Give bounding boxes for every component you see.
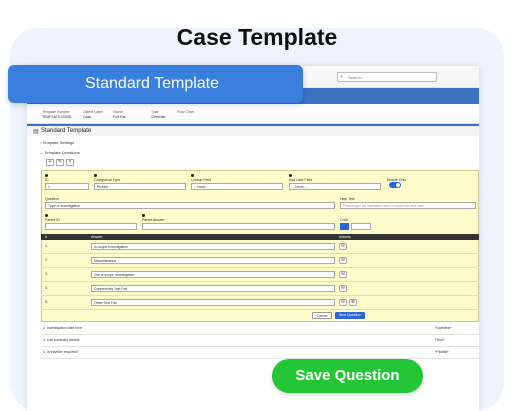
parent-answer-field[interactable] [142,223,335,230]
type-select[interactable]: Picklist [94,183,186,190]
page-title: Case Template [176,24,338,50]
add-icon[interactable]: + [46,159,54,166]
template-header: ▤ Standard Template [27,124,479,136]
question-text: 3. Call summary details [43,338,80,342]
lookup-select[interactable]: -- None -- [191,183,283,190]
answer-field[interactable]: Connectivity Test Fail [91,285,335,292]
question-field[interactable]: Type of Investigation [45,202,335,209]
row-number: 5. [45,300,48,304]
record-header: Template Number TEMPLATE-00008 Object Lab… [27,104,479,124]
parent-answer-label: Parent Answer [142,218,165,222]
record-field-value: Checklist [151,114,166,119]
add-answer-icon[interactable]: ⊕ [349,299,357,306]
answer-field[interactable]: In-scope Investigation [91,243,335,250]
table-row: 2. Miscellaneous ⊖ [41,254,479,268]
color-swatch[interactable] [340,223,349,230]
remove-answer-icon[interactable]: ⊖ [339,285,347,292]
question-type: *Datetime* [435,326,452,330]
search-input[interactable]: ⌕ Search... [337,72,437,82]
table-row: 1. In-scope Investigation ⊖ [41,240,479,254]
question-text: 2. Investigation date time [43,326,82,330]
row-number: 2. [45,258,48,262]
list-item[interactable]: 4. Is traveller required? *Picklist* [41,347,479,359]
enable-only-toggle[interactable] [389,182,401,188]
required-marker [191,174,194,177]
search-icon: ⌕ [340,74,344,80]
question-label: Question [45,197,60,201]
remove-answer-icon[interactable]: ⊖ [339,271,347,278]
answer-field[interactable]: Miscellaneous [91,257,335,264]
record-field-label: Owner [113,110,124,114]
parent-id-field[interactable] [45,223,137,230]
required-marker [142,214,145,217]
section-template-settings[interactable]: › Template Settings [40,140,74,145]
required-marker [45,214,48,217]
edit-icon[interactable]: ✎ [56,159,64,166]
delete-icon[interactable]: × [66,159,74,166]
color-field[interactable] [351,223,371,230]
remove-answer-icon[interactable]: ⊖ [339,243,347,250]
record-field: Owner Full Kila [113,110,125,119]
cancel-button[interactable]: Cancel [312,312,332,319]
list-item[interactable]: 3. Call summary details *Text* [41,335,479,347]
section-label: Template Questions [44,150,80,155]
record-field-value[interactable]: Full Kila [113,115,125,120]
record-field-label: Template Number [42,110,70,114]
template-title: Standard Template [41,128,92,134]
record-field: Object Label Case [83,110,103,119]
record-field: Template Number TEMPLATE-00008 [42,110,71,119]
record-field-label: Object Label [83,110,103,114]
table-row: 5. Other Test Fail ⊖ ⊕ [41,296,479,310]
type-label: Categorical Type [94,178,121,182]
answer-field[interactable]: Other Test Fail [91,299,335,306]
remove-answer-icon[interactable]: ⊖ [339,299,347,306]
color-label: Color [340,218,349,222]
record-field-value: Case [83,114,92,119]
required-marker [45,174,48,177]
next-question-button[interactable]: Next Question [335,312,365,319]
id-label: ID [45,178,49,182]
row-number: 4. [45,286,48,290]
record-field: Type Checklist [151,110,165,119]
template-icon: ▤ [33,129,39,135]
help-text-field[interactable]: Please type an instruction text to assis… [340,202,476,209]
remove-answer-icon[interactable]: ⊖ [339,257,347,264]
question-type: *Text* [435,338,445,342]
question-text: 4. Is traveller required? [43,350,79,354]
section-template-questions[interactable]: ⌄ Template Questions [40,150,80,155]
row-number: 3. [45,272,48,276]
save-question-button[interactable]: Save Question [272,359,423,393]
row-number: 1. [45,244,48,248]
standard-template-banner: Standard Template [8,65,303,103]
id-field[interactable]: 1 [45,183,89,190]
list-item[interactable]: 2. Investigation date time *Datetime* [41,323,479,335]
search-placeholder: Search... [348,75,365,80]
required-marker [94,174,97,177]
parent-id-label: Parent ID [45,218,60,222]
record-field: Flow Chart [177,110,194,115]
promo-stage: Case Template ⌕ Search... Template Numbe… [0,0,514,411]
question-type: *Picklist* [435,350,449,354]
help-text-label: Help Text [340,197,355,201]
section-label: Template Settings [42,140,75,145]
add-user-select[interactable]: -- None -- [289,183,381,190]
add-user-label: Add User Field [289,178,313,182]
table-row: 3. Out of scope Investigation ⊖ [41,268,479,282]
lookup-label: Lookup Field [191,178,212,182]
answer-field[interactable]: Out of scope Investigation [91,271,335,278]
record-field-value: TEMPLATE-00008 [42,114,72,119]
record-field-label: Type [151,110,159,114]
record-field-label: Flow Chart [177,110,194,114]
required-marker [289,174,292,177]
table-row: 4. Connectivity Test Fail ⊖ [41,282,479,296]
